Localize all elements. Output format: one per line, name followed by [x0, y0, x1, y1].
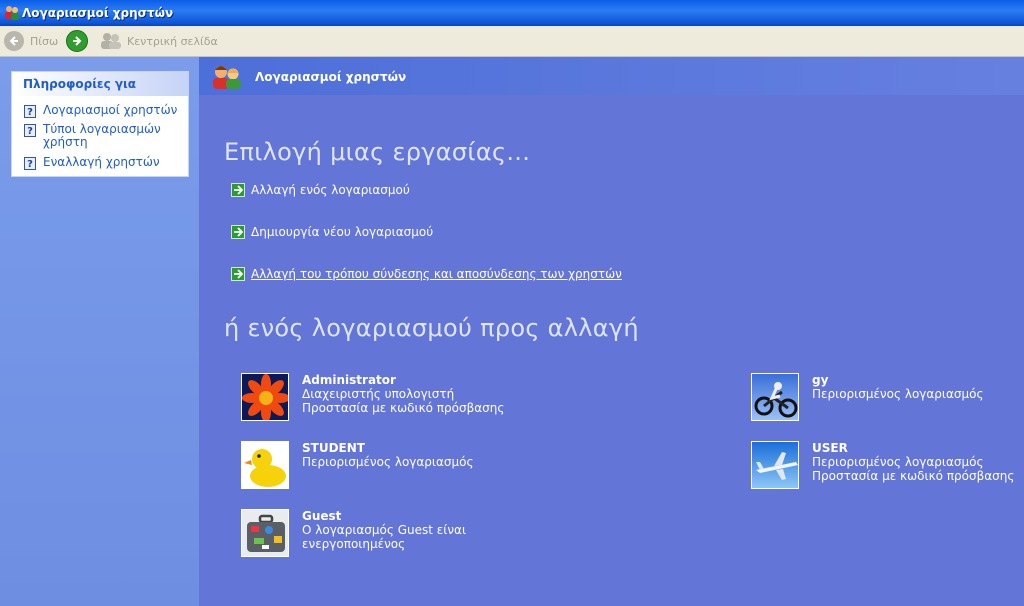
account-info: gy Περιορισμένος λογαριασμός	[812, 373, 1024, 401]
main-content: Επιλογή μιας εργασίας... Αλλαγή ενός λογ…	[199, 95, 1024, 606]
sidebar-link-label: Εναλλαγή χρηστών	[43, 155, 160, 169]
flower-picture	[241, 373, 289, 421]
toolbar: Πίσω Κεντρική σελίδα	[0, 26, 1024, 57]
sidebar-link-user-accounts[interactable]: ? Λογαριασμοί χρηστών	[24, 103, 186, 118]
pick-task-heading: Επιλογή μιας εργασίας...	[224, 138, 531, 166]
account-password-status: Προστασία με κωδικό πρόσβασης	[302, 401, 505, 415]
user-accounts-icon	[213, 66, 241, 89]
account-info: Guest Ο λογαριασμός Guest είναι ενεργοπο…	[302, 509, 562, 551]
motocross-picture	[751, 373, 799, 421]
back-arrow-icon	[4, 31, 24, 51]
account-name: USER	[812, 441, 848, 455]
back-label: Πίσω	[30, 34, 59, 48]
account-name: STUDENT	[302, 441, 365, 455]
account-name: Guest	[302, 509, 342, 523]
task-label: Δημιουργία νέου λογαριασμού	[251, 225, 434, 239]
account-info: USER Περιορισμένος λογαριασμός Προστασία…	[812, 441, 1024, 483]
account-type: Περιορισμένος λογαριασμός	[812, 387, 984, 401]
help-icon: ?	[24, 105, 36, 118]
sidebar-link-switch-users[interactable]: ? Εναλλαγή χρηστών	[24, 155, 186, 170]
forward-arrow-icon	[66, 30, 88, 52]
forward-button[interactable]	[66, 30, 88, 52]
task-label: Αλλαγή ενός λογαριασμού	[251, 183, 410, 197]
account-type: Περιορισμένος λογαριασμός	[302, 455, 474, 469]
sidebar: Πληροφορίες για ? Λογαριασμοί χρηστών ? …	[0, 57, 199, 606]
window-title: Λογαριασμοί χρηστών	[22, 6, 174, 20]
suitcase-picture	[241, 509, 289, 557]
green-arrow-icon	[231, 267, 245, 281]
account-password-status: Προστασία με κωδικό πρόσβασης	[812, 469, 1015, 483]
account-type: Διαχειριστής υπολογιστή	[302, 387, 455, 401]
rubber-duck-picture	[241, 441, 289, 489]
sidebar-link-label: Λογαριασμοί χρηστών	[43, 103, 178, 117]
help-icon: ?	[24, 157, 36, 170]
account-type: Ο λογαριασμός Guest είναι ενεργοποιημένο…	[302, 523, 467, 551]
task-change-logon[interactable]: Αλλαγή του τρόπου σύνδεσης και αποσύνδεσ…	[231, 266, 622, 282]
account-info: STUDENT Περιορισμένος λογαριασμός	[302, 441, 562, 469]
learn-about-header: Πληροφορίες για	[12, 72, 188, 96]
users-home-icon	[101, 33, 121, 49]
green-arrow-icon	[231, 183, 245, 197]
airplane-picture	[751, 441, 799, 489]
account-name: Administrator	[302, 373, 396, 387]
home-button[interactable]: Κεντρική σελίδα	[100, 30, 218, 52]
account-info: Administrator Διαχειριστής υπολογιστή Πρ…	[302, 373, 562, 415]
task-create-account[interactable]: Δημιουργία νέου λογαριασμού	[231, 224, 433, 240]
account-name: gy	[812, 373, 829, 387]
sidebar-link-account-types[interactable]: ? Τύποι λογαριασμών χρήστη	[24, 123, 186, 149]
help-icon: ?	[24, 124, 36, 137]
main-header-title: Λογαριασμοί χρηστών	[255, 70, 407, 84]
account-type: Περιορισμένος λογαριασμός	[812, 455, 984, 469]
back-button[interactable]: Πίσω	[4, 30, 58, 52]
green-arrow-icon	[231, 225, 245, 239]
main-header-bar: Λογαριασμοί χρηστών	[199, 57, 1024, 95]
home-label: Κεντρική σελίδα	[127, 34, 218, 48]
learn-about-panel: Πληροφορίες για ? Λογαριασμοί χρηστών ? …	[11, 71, 189, 177]
sidebar-link-label: Τύποι λογαριασμών χρήστη	[43, 122, 161, 149]
window-titlebar: Λογαριασμοί χρηστών	[0, 0, 1024, 26]
task-label: Αλλαγή του τρόπου σύνδεσης και αποσύνδεσ…	[251, 267, 622, 281]
users-icon	[5, 6, 19, 20]
task-change-account[interactable]: Αλλαγή ενός λογαριασμού	[231, 182, 410, 198]
pick-account-heading: ή ενός λογαριασμού προς αλλαγή	[224, 314, 639, 342]
